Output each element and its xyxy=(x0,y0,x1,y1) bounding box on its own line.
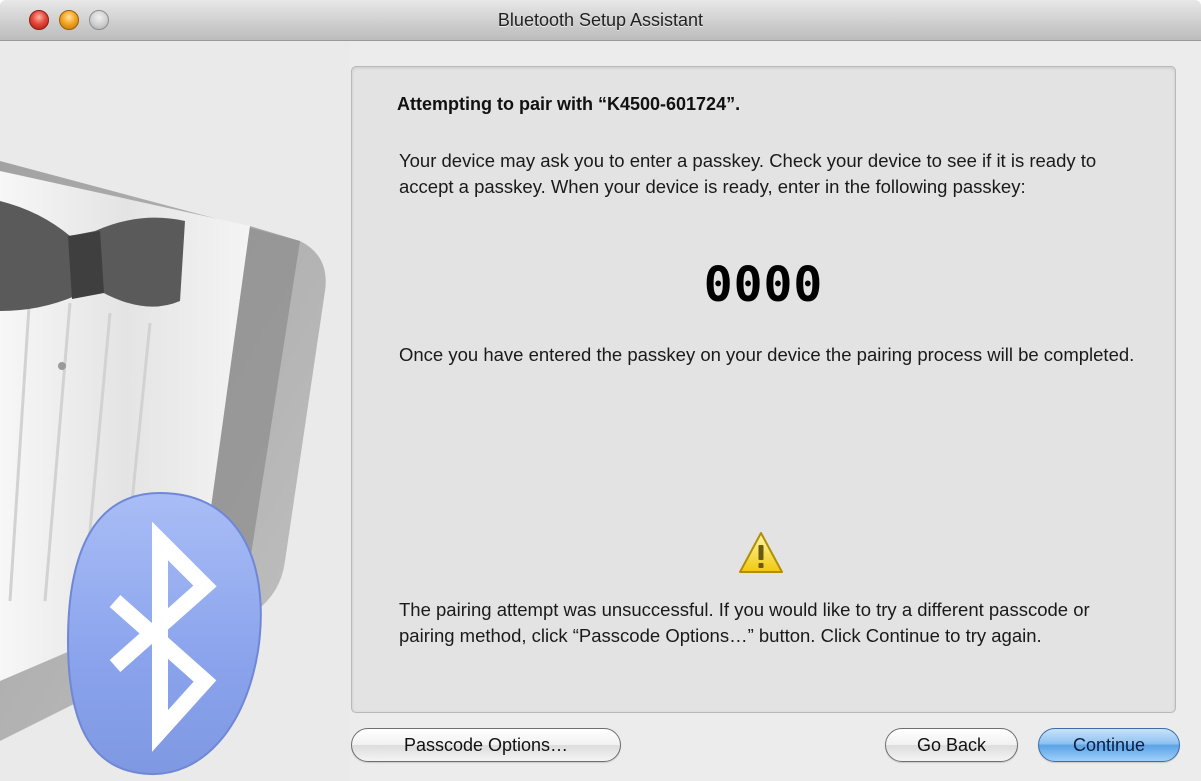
warning-triangle-icon xyxy=(737,529,785,577)
passcode-options-button[interactable]: Passcode Options… xyxy=(351,728,621,762)
pairing-heading: Attempting to pair with “K4500-601724”. xyxy=(397,94,741,114)
pairing-info-panel: Attempting to pair with “K4500-601724”. … xyxy=(351,66,1176,713)
title-bar[interactable]: Bluetooth Setup Assistant xyxy=(0,0,1201,41)
continue-button[interactable]: Continue xyxy=(1038,728,1180,762)
passkey-instructions: Your device may ask you to enter a passk… xyxy=(399,150,1097,197)
bluetooth-setup-window: Bluetooth Setup Assistant Attempting to … xyxy=(0,0,1201,781)
tuxedo-illustration xyxy=(0,41,350,781)
completion-note: Once you have entered the passkey on you… xyxy=(399,344,1135,365)
passkey-value: 0000 xyxy=(703,257,824,313)
tuxedo-bluetooth-illustration xyxy=(0,41,350,781)
window-title: Bluetooth Setup Assistant xyxy=(497,10,704,30)
pairing-error-message: The pairing attempt was unsuccessful. If… xyxy=(399,599,1090,646)
go-back-button[interactable]: Go Back xyxy=(885,728,1018,762)
